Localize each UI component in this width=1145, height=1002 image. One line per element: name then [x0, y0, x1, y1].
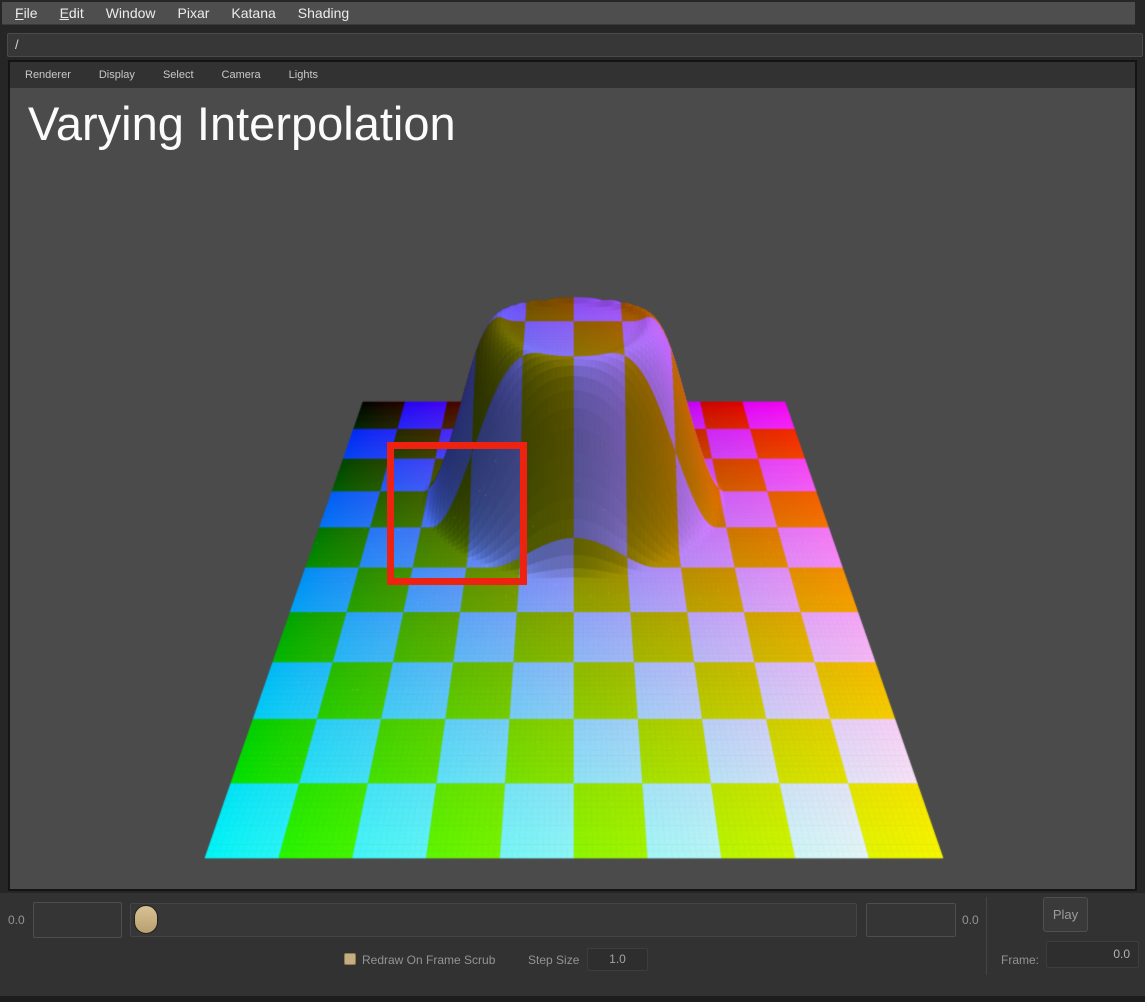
play-button[interactable]: Play [1043, 897, 1088, 932]
frame-slider[interactable] [130, 903, 857, 937]
step-size-input[interactable]: 1.0 [587, 948, 648, 971]
menu-item-window[interactable]: Window [95, 2, 167, 24]
viewport-menu-lights[interactable]: Lights [275, 62, 332, 88]
redraw-label: Redraw On Frame Scrub [362, 953, 495, 967]
viewport-toolbar: RendererDisplaySelectCameraLights [10, 62, 1135, 88]
range-start-label: 0.0 [8, 913, 25, 927]
window-bottom-edge [0, 996, 1145, 1002]
render-title-overlay: Varying Interpolation [28, 96, 456, 151]
range-end-label: 0.0 [962, 913, 979, 927]
step-size-label: Step Size [528, 953, 579, 967]
viewport-menu-display[interactable]: Display [85, 62, 149, 88]
range-end-input[interactable] [866, 903, 956, 937]
timeline-divider [986, 897, 987, 975]
viewport[interactable]: Varying Interpolation [10, 88, 1135, 889]
menu-item-shading[interactable]: Shading [287, 2, 360, 24]
viewport-menu-renderer[interactable]: Renderer [10, 62, 85, 88]
menu-bar: FileEditWindowPixarKatanaShading [2, 2, 1135, 25]
viewport-panel: RendererDisplaySelectCameraLights Varyin… [8, 60, 1137, 891]
menu-item-katana[interactable]: Katana [220, 2, 286, 24]
render-canvas[interactable] [10, 88, 1135, 889]
menu-item-pixar[interactable]: Pixar [167, 2, 221, 24]
range-start-input[interactable] [33, 902, 122, 938]
viewport-menu-camera[interactable]: Camera [208, 62, 275, 88]
redraw-checkbox[interactable] [344, 953, 356, 965]
scene-path-input[interactable]: / [7, 33, 1143, 57]
frame-input[interactable]: 0.0 [1046, 941, 1139, 968]
frame-label: Frame: [1001, 953, 1039, 967]
menu-item-file[interactable]: File [4, 2, 49, 24]
katana-viewer-window: { "window": { "background": "#262626" },… [0, 0, 1145, 1002]
frame-slider-handle[interactable] [134, 905, 158, 934]
timeline-bar: 0.0 0.0 Play Redraw On Frame Scrub Step … [0, 893, 1145, 1002]
viewport-menu-select[interactable]: Select [149, 62, 208, 88]
menu-item-edit[interactable]: Edit [49, 2, 95, 24]
